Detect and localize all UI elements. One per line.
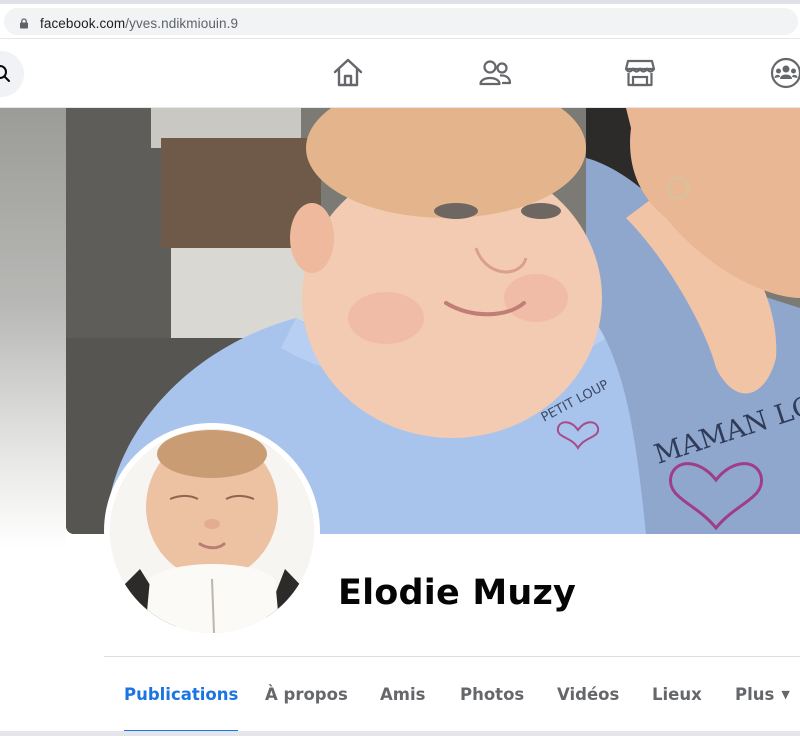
marketplace-icon[interactable]: [623, 56, 657, 90]
profile-page: PETIT LOUP MAMAN LOUVE Elodie Muzy Publi…: [0, 108, 800, 736]
caret-down-icon: ▼: [781, 688, 790, 701]
profile-name: Elodie Muzy: [338, 573, 577, 613]
tab-plus-label: Plus: [735, 685, 775, 704]
profile-picture-image: [110, 429, 314, 633]
top-navigation: [0, 39, 800, 108]
search-icon: [0, 65, 10, 82]
url-text[interactable]: facebook.com/yves.ndikmiouin.9: [40, 16, 238, 31]
home-icon[interactable]: [331, 56, 365, 90]
tab-a-propos[interactable]: À propos: [265, 657, 348, 730]
tab-lieux[interactable]: Lieux: [652, 657, 702, 730]
url-host: facebook.com: [40, 16, 126, 31]
background-gradient: [0, 108, 66, 548]
bottom-edge: [0, 731, 800, 736]
profile-picture-frame[interactable]: [104, 423, 320, 639]
profile-tabs: Publications À propos Amis Photos Vidéos…: [104, 657, 800, 733]
tab-photos[interactable]: Photos: [460, 657, 524, 730]
search-button[interactable]: [0, 51, 24, 97]
tab-videos[interactable]: Vidéos: [557, 657, 619, 730]
groups-icon[interactable]: [769, 56, 800, 90]
lock-icon: [20, 18, 28, 29]
profile-picture[interactable]: [110, 429, 314, 633]
browser-address-bar: facebook.com/yves.ndikmiouin.9: [0, 4, 800, 39]
tab-plus[interactable]: Plus ▼: [735, 657, 790, 730]
tab-amis[interactable]: Amis: [380, 657, 425, 730]
tab-publications[interactable]: Publications: [124, 657, 239, 733]
url-path: /yves.ndikmiouin.9: [125, 16, 239, 31]
url-field[interactable]: facebook.com/yves.ndikmiouin.9: [4, 8, 798, 35]
friends-icon[interactable]: [478, 56, 512, 90]
